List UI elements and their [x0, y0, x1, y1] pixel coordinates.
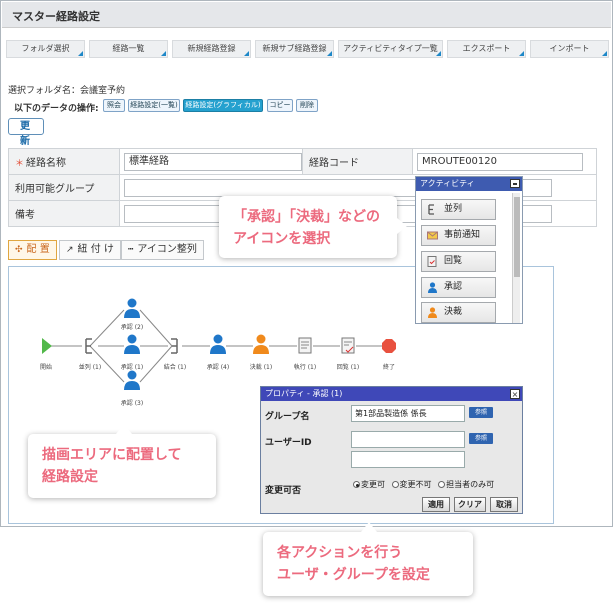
callout-place-drawing: 描画エリアに配置して 経路設定	[28, 424, 216, 498]
circulate-node-icon[interactable]	[341, 337, 355, 354]
node-label-approval-2: 承認 (2)	[120, 324, 144, 331]
node-label-circulate: 回覧 (1)	[336, 364, 360, 371]
node-label-start: 開始	[39, 364, 53, 371]
clear-button[interactable]: クリア	[454, 497, 486, 512]
user-blue-icon	[428, 282, 437, 293]
user-id-input[interactable]	[351, 431, 465, 448]
node-label-parallel: 並列 (1)	[78, 364, 102, 371]
palette-item-prenotice[interactable]: 事前通知	[421, 225, 496, 246]
user-id-input-2[interactable]	[351, 451, 465, 468]
radio-assignee-only[interactable]: 担当者のみ可	[438, 480, 494, 489]
decision-node-icon[interactable]	[253, 334, 269, 355]
node-label-join: 結合 (1)	[163, 364, 187, 371]
node-label-approval-3: 承認 (3)	[120, 400, 144, 407]
close-icon[interactable]: ×	[510, 389, 520, 399]
end-node-icon[interactable]	[382, 339, 396, 353]
user-ref-button[interactable]: 参照	[469, 433, 493, 444]
execute-node-icon[interactable]	[298, 337, 312, 354]
radio-changeable[interactable]: 変更可	[353, 480, 385, 489]
node-label-execute: 執行 (1)	[293, 364, 317, 371]
palette-item-circulate[interactable]: 回覧	[421, 251, 496, 272]
user-id-label: ユーザーID	[265, 438, 312, 448]
node-label-approval-1: 承認 (1)	[120, 364, 144, 371]
apply-button[interactable]: 適用	[422, 497, 450, 512]
document-check-icon	[427, 256, 437, 267]
group-name-input[interactable]: 第1部品製造係 係長	[351, 405, 465, 422]
palette-item-approval[interactable]: 承認	[421, 277, 496, 298]
node-label-end: 終了	[382, 364, 396, 371]
palette-scrollbar[interactable]	[512, 193, 520, 323]
group-name-label: グループ名	[265, 412, 310, 422]
approval-node-4-icon[interactable]	[210, 334, 226, 355]
minimize-icon[interactable]	[510, 179, 520, 188]
palette-item-parallel[interactable]: 並列	[421, 199, 496, 220]
node-label-approval-4: 承認 (4)	[206, 364, 230, 371]
parallel-icon	[428, 204, 434, 215]
approval-node-2-icon[interactable]	[124, 298, 140, 319]
user-orange-icon	[428, 307, 437, 318]
activity-palette: アクティビティ 並列 事前通知 回覧 承認 決裁	[415, 176, 523, 324]
parallel-node-icon[interactable]	[85, 338, 92, 354]
group-ref-button[interactable]: 参照	[469, 407, 493, 418]
start-node-icon[interactable]	[42, 338, 52, 354]
palette-header[interactable]: アクティビティ	[416, 177, 522, 191]
cancel-button[interactable]: 取消	[490, 497, 518, 512]
callout-select-icons: 「承認」「決裁」などの アイコンを選択	[219, 196, 407, 258]
callout-set-users: 各アクションを行う ユーザ・グループを設定	[263, 522, 473, 596]
approval-node-3-icon[interactable]	[124, 370, 140, 391]
palette-item-decision[interactable]: 決裁	[421, 302, 496, 323]
change-radio-group: 変更可 変更不可 担当者のみ可	[353, 479, 494, 490]
properties-dialog: プロパティ - 承認 (1) × グループ名 第1部品製造係 係長 参照 ユーザ…	[260, 386, 523, 514]
approval-node-1-icon[interactable]	[124, 334, 140, 355]
properties-header[interactable]: プロパティ - 承認 (1) ×	[261, 387, 522, 401]
envelope-icon	[427, 231, 438, 240]
radio-not-changeable[interactable]: 変更不可	[391, 480, 432, 489]
change-label: 変更可否	[265, 486, 302, 496]
node-label-decision: 決裁 (1)	[249, 364, 273, 371]
